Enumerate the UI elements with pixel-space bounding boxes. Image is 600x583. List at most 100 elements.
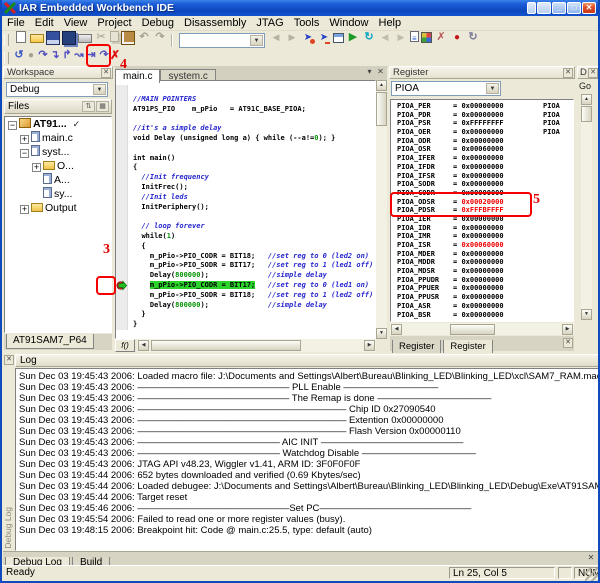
register-row-pioa_ifsr[interactable]: PIOA_IFSR= 0x00000000: [391, 172, 573, 181]
tree-item-syst-[interactable]: −syst...: [5, 145, 111, 159]
register-horizontal-scrollbar[interactable]: ◀ ▶: [390, 323, 574, 335]
collapse-icon[interactable]: −: [20, 149, 29, 158]
find-combobox[interactable]: ▼: [179, 33, 265, 48]
code-line[interactable]: InitFrec();: [116, 183, 375, 193]
next-statement-icon[interactable]: [73, 49, 85, 63]
code-line[interactable]: Delay(800000); //simple delay: [116, 271, 375, 281]
editor-horizontal-scrollbar[interactable]: ◀ ▶: [137, 339, 376, 352]
tab-register[interactable]: Register: [443, 340, 492, 354]
menu-debug[interactable]: Debug: [137, 16, 179, 30]
log-message-list[interactable]: Sun Dec 03 19:45:43 2006: Loaded macro f…: [15, 368, 599, 551]
code-margin[interactable]: [116, 301, 128, 311]
expand-icon[interactable]: +: [20, 205, 29, 214]
code-line[interactable]: // loop forever: [116, 222, 375, 232]
open-new-window-icon[interactable]: [333, 33, 344, 43]
code-margin[interactable]: [116, 252, 128, 262]
menu-jtag[interactable]: JTAG: [251, 16, 288, 30]
menu-disassembly[interactable]: Disassembly: [179, 16, 251, 30]
close-icon[interactable]: ✕: [375, 67, 386, 76]
code-margin[interactable]: [116, 173, 128, 183]
code-margin[interactable]: [116, 124, 128, 134]
function-list-button[interactable]: f(): [115, 339, 135, 352]
close-button[interactable]: ✕: [582, 2, 596, 14]
code-margin[interactable]: [116, 232, 128, 242]
code-margin[interactable]: [116, 320, 128, 330]
code-line[interactable]: }: [116, 320, 375, 330]
reset-icon[interactable]: [13, 49, 25, 63]
code-margin[interactable]: [116, 163, 128, 173]
close-icon[interactable]: ✕: [563, 338, 573, 348]
code-line[interactable]: [116, 144, 375, 154]
print-icon[interactable]: [78, 34, 92, 43]
code-margin[interactable]: [116, 154, 128, 164]
code-line[interactable]: m_pPio->PIO_SODR = BIT17; //set reg to 1…: [116, 261, 375, 271]
code-margin[interactable]: [116, 114, 128, 124]
code-line[interactable]: }: [116, 310, 375, 320]
scrollbar-thumb[interactable]: [376, 92, 387, 126]
menu-tools[interactable]: Tools: [289, 16, 325, 30]
navigate-back-icon[interactable]: [378, 31, 392, 45]
register-row-pioa_ppusr[interactable]: PIOA_PPUSR= 0x00000000: [391, 293, 573, 302]
code-line[interactable]: //Init frequency: [116, 173, 375, 183]
register-row-pioa_ifdr[interactable]: PIOA_IFDR= 0x00000000: [391, 163, 573, 172]
editor-vertical-scrollbar[interactable]: ▲ ▼: [376, 80, 387, 339]
edit-breakpoints-icon[interactable]: [317, 31, 331, 45]
refresh-icon[interactable]: [362, 31, 376, 45]
save-icon[interactable]: [46, 31, 60, 45]
toolbar-grip[interactable]: [4, 34, 9, 46]
code-margin[interactable]: [116, 183, 128, 193]
tree-item-output[interactable]: +Output: [5, 201, 111, 215]
code-line[interactable]: //MAIN POINTERS: [116, 95, 375, 105]
titlebar-extra-button-1[interactable]: [527, 2, 536, 14]
break-icon[interactable]: [25, 49, 37, 63]
register-row-pioa_idr[interactable]: PIOA_IDR= 0x00000000: [391, 224, 573, 233]
stop-build-icon[interactable]: [434, 31, 448, 45]
redo-icon[interactable]: [153, 31, 167, 45]
cut-icon[interactable]: [94, 31, 108, 45]
step-over-icon[interactable]: [37, 49, 49, 63]
undo-icon[interactable]: [137, 31, 151, 45]
new-document-icon[interactable]: [16, 31, 26, 43]
collapse-icon[interactable]: −: [8, 121, 17, 130]
code-line[interactable]: [116, 114, 375, 124]
register-row-pioa_odr[interactable]: PIOA_ODR= 0x00000000: [391, 137, 573, 146]
scrollbar-thumb[interactable]: [151, 340, 301, 351]
code-line[interactable]: InitPeriphery();: [116, 203, 375, 213]
code-line[interactable]: //Init leds: [116, 193, 375, 203]
options-column-icon[interactable]: ▦: [96, 101, 109, 112]
code-editor[interactable]: //MAIN POINTERSAT91PS_PIO m_pPio = AT91C…: [115, 80, 376, 339]
code-margin[interactable]: [116, 203, 128, 213]
chevron-down-icon[interactable]: ▼: [486, 83, 499, 94]
code-line[interactable]: int main(): [116, 154, 375, 164]
download-and-debug-icon[interactable]: [346, 31, 360, 45]
code-line[interactable]: {: [116, 242, 375, 252]
tab-register[interactable]: Register: [392, 340, 441, 354]
code-margin[interactable]: [116, 242, 128, 252]
tree-item-a-[interactable]: A...: [5, 173, 111, 187]
step-into-icon[interactable]: [49, 49, 61, 63]
toggle-breakpoint-icon[interactable]: [301, 31, 315, 45]
batch-build-icon[interactable]: [421, 32, 432, 43]
menu-file[interactable]: File: [2, 16, 30, 30]
find-previous-icon[interactable]: [269, 31, 283, 45]
code-line[interactable]: while(1): [116, 232, 375, 242]
maximize-button[interactable]: □: [567, 2, 581, 14]
code-line[interactable]: Delay(800000); //simple delay: [116, 301, 375, 311]
code-line[interactable]: [116, 85, 375, 95]
code-margin[interactable]: [116, 291, 128, 301]
code-margin[interactable]: [116, 310, 128, 320]
menu-view[interactable]: View: [59, 16, 93, 30]
restart-debugger-icon[interactable]: [466, 31, 480, 45]
code-margin[interactable]: [116, 105, 128, 115]
disassembly-vertical-scrollbar[interactable]: ▲ ▼: [581, 94, 592, 320]
scroll-down-icon[interactable]: ▼: [581, 309, 592, 320]
scroll-up-icon[interactable]: ▲: [376, 80, 387, 91]
register-row-pioa_ppuer[interactable]: PIOA_PPUER= 0x00000000: [391, 284, 573, 293]
register-row-pioa_mddr[interactable]: PIOA_MDDR= 0x00000000: [391, 258, 573, 267]
toolbar-grip[interactable]: [4, 52, 9, 64]
code-line[interactable]: {: [116, 163, 375, 173]
code-line[interactable]: //it's a simple delay: [116, 124, 375, 134]
code-margin[interactable]: [116, 222, 128, 232]
register-row-pioa_per[interactable]: PIOA_PER= 0x00000000PIOA: [391, 102, 573, 111]
close-icon[interactable]: ✕: [563, 68, 573, 78]
